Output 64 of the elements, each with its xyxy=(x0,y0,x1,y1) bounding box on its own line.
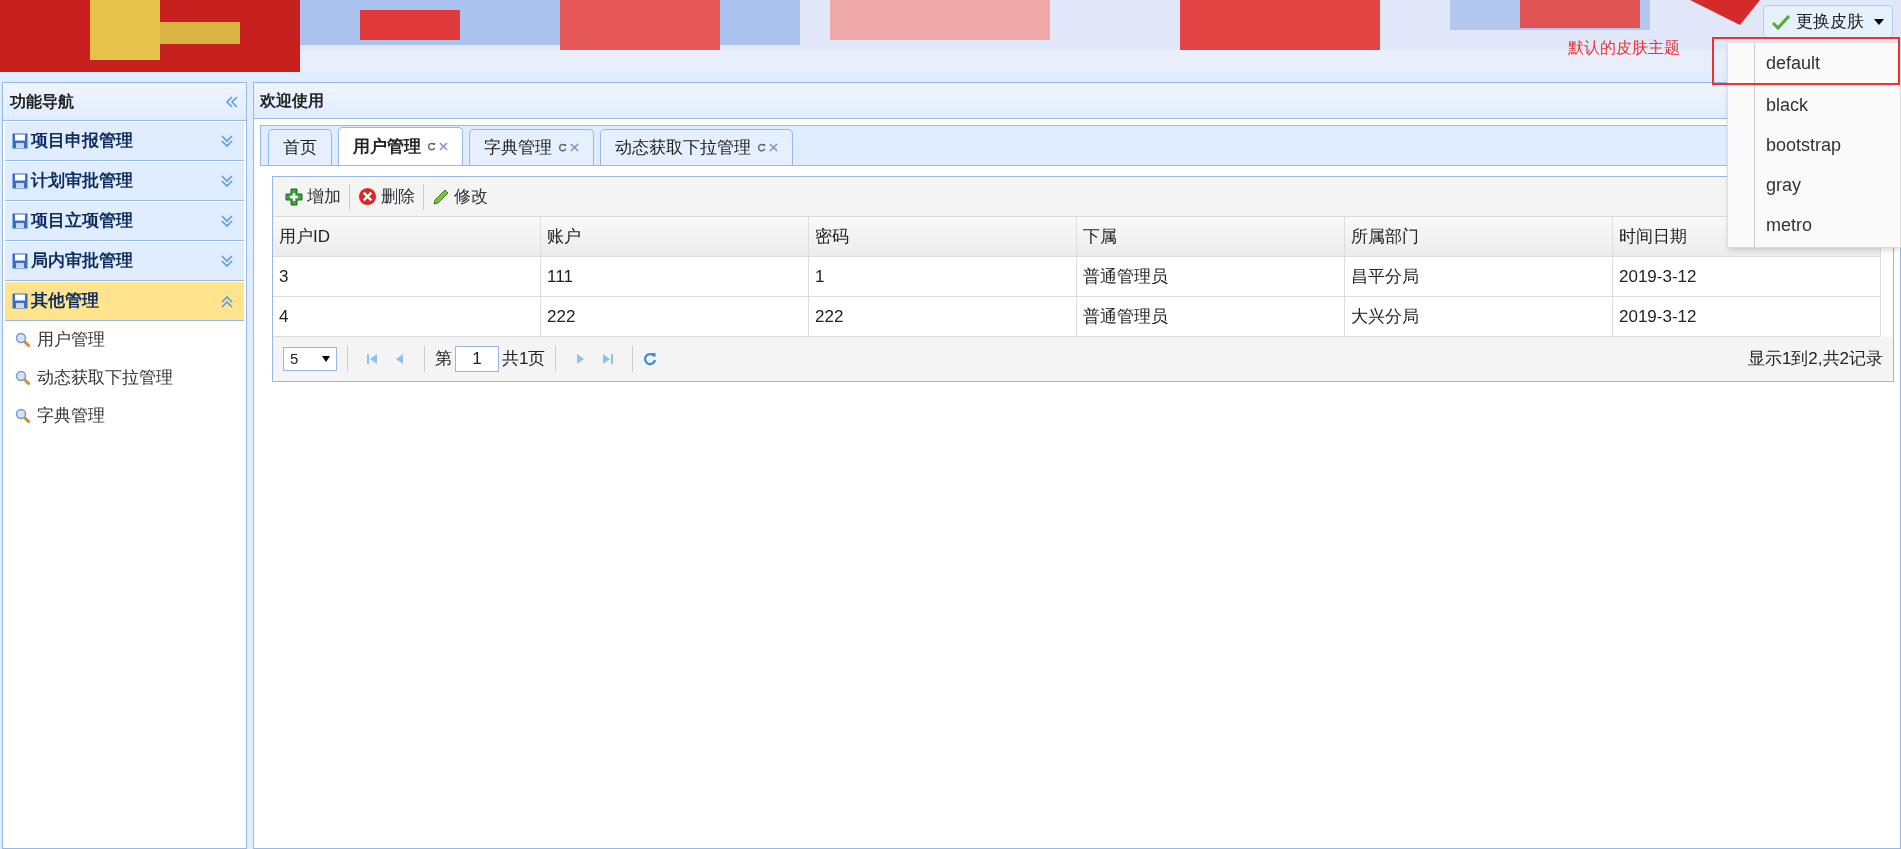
table-cell: 3 xyxy=(273,257,541,297)
refresh-icon[interactable] xyxy=(427,142,436,151)
menu-item[interactable]: black xyxy=(1728,85,1900,125)
column-header: 用户ID xyxy=(273,217,541,257)
previous-page-icon[interactable] xyxy=(394,352,406,366)
toolbar-button[interactable]: 修改 xyxy=(430,183,490,210)
column-header: 下属 xyxy=(1077,217,1345,257)
panel-title: 功能导航 xyxy=(10,91,74,112)
menu-item[interactable]: gray xyxy=(1728,165,1900,205)
column-header: 账户 xyxy=(541,217,809,257)
accordion-header[interactable]: 项目申报管理 xyxy=(5,122,244,161)
plus-icon xyxy=(285,187,303,206)
menu-item[interactable]: default xyxy=(1714,39,1898,83)
page-size-select[interactable]: 5 xyxy=(283,347,337,371)
magnifier-icon xyxy=(15,332,31,348)
toolbar-button[interactable]: 增加 xyxy=(283,183,343,210)
pencil-icon xyxy=(432,187,450,206)
tab[interactable]: 字典管理 xyxy=(469,129,594,165)
close-icon[interactable] xyxy=(570,143,579,152)
table-cell: 1 xyxy=(809,257,1077,297)
nav-item[interactable]: 用户管理 xyxy=(3,321,246,359)
skin-button[interactable]: 更换皮肤 xyxy=(1763,5,1893,38)
delete-icon xyxy=(358,187,377,206)
expand-icon[interactable] xyxy=(220,253,234,269)
table-cell: 111 xyxy=(541,257,809,297)
table-cell: 昌平分局 xyxy=(1345,257,1613,297)
accordion-header[interactable]: 项目立项管理 xyxy=(5,202,244,241)
close-icon[interactable] xyxy=(769,143,778,152)
caret-icon xyxy=(1874,18,1884,25)
magnifier-icon xyxy=(15,408,31,424)
column-header: 所属部门 xyxy=(1345,217,1613,257)
check-icon xyxy=(1772,13,1790,30)
column-header: 密码 xyxy=(809,217,1077,257)
last-page-icon[interactable] xyxy=(602,352,615,366)
page-label: 第 xyxy=(435,348,452,371)
tab[interactable]: 首页 xyxy=(268,129,332,165)
accordion-header[interactable]: 局内审批管理 xyxy=(5,242,244,281)
table-cell: 2019-3-12 xyxy=(1613,257,1881,297)
tab[interactable]: 动态获取下拉管理 xyxy=(600,129,793,165)
annotation-text: 默认的皮肤主题 xyxy=(1568,38,1680,58)
refresh-icon[interactable] xyxy=(757,143,766,152)
collapse-icon[interactable] xyxy=(225,94,239,109)
expand-icon[interactable] xyxy=(220,173,234,189)
magnifier-icon xyxy=(15,370,31,386)
collapse-icon[interactable] xyxy=(220,293,234,309)
page-summary: 显示1到2,共2记录 xyxy=(1747,348,1883,371)
page-field[interactable]: 1 xyxy=(455,346,499,372)
page-count: 共1页 xyxy=(502,348,546,371)
panel-title: 欢迎使用 xyxy=(260,90,324,111)
accordion-header[interactable]: 计划审批管理 xyxy=(5,162,244,201)
expand-icon[interactable] xyxy=(220,133,234,149)
accordion-header[interactable]: 其他管理 xyxy=(5,282,244,321)
expand-icon[interactable] xyxy=(220,213,234,229)
close-icon[interactable] xyxy=(439,142,448,151)
toolbar-button[interactable]: 删除 xyxy=(356,183,417,210)
tab[interactable]: 用户管理 xyxy=(338,127,463,165)
nav-item[interactable]: 字典管理 xyxy=(3,397,246,435)
table-cell: 普通管理员 xyxy=(1077,257,1345,297)
refresh-icon[interactable] xyxy=(643,352,658,366)
caret-icon xyxy=(322,356,330,362)
first-page-icon[interactable] xyxy=(366,352,378,366)
refresh-icon[interactable] xyxy=(558,143,567,152)
menu-item[interactable]: bootstrap xyxy=(1728,125,1900,165)
nav-item[interactable]: 动态获取下拉管理 xyxy=(3,359,246,397)
